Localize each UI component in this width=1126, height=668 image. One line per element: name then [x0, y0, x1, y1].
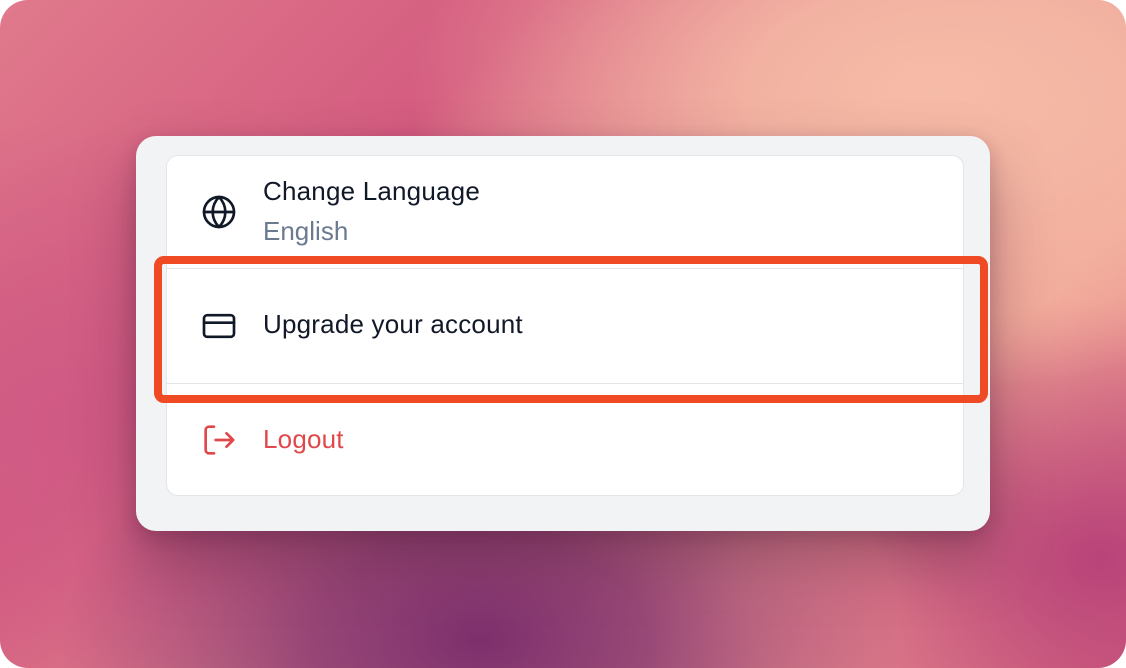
account-menu: Change Language English Upgrade your acc… [166, 155, 964, 496]
menu-item-label: Upgrade your account [263, 309, 523, 339]
logout-icon [199, 420, 239, 460]
background: Change Language English Upgrade your acc… [0, 0, 1126, 668]
menu-item-logout[interactable]: Logout [167, 384, 963, 495]
menu-item-label: Logout [263, 424, 344, 454]
menu-item-upgrade-account[interactable]: Upgrade your account [167, 268, 963, 384]
dropdown-card: Change Language English Upgrade your acc… [136, 136, 990, 531]
globe-icon [199, 192, 239, 232]
credit-card-icon [199, 306, 239, 346]
current-language: English [263, 216, 349, 246]
menu-item-change-language[interactable]: Change Language English [167, 156, 963, 268]
menu-item-label: Change Language [263, 176, 480, 206]
